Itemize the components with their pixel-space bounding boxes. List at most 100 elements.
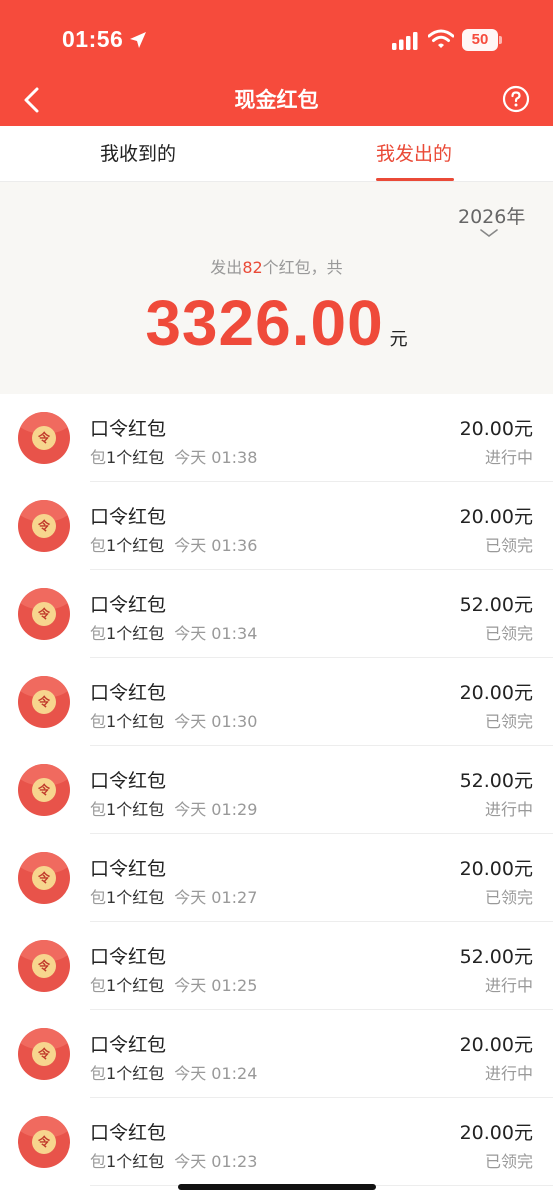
item-count: 1个红包	[106, 448, 165, 467]
item-title: 口令红包	[90, 418, 167, 440]
tab-received[interactable]: 我收到的	[0, 126, 276, 182]
red-envelope-icon: 令	[18, 1116, 70, 1168]
item-prefix: 包	[90, 1064, 107, 1083]
total-amount-unit: 元	[389, 329, 408, 350]
help-icon[interactable]	[502, 85, 530, 113]
total-amount: 3326.00 元	[0, 286, 553, 360]
summary-suffix: 个红包，共	[262, 258, 343, 277]
item-count: 1个红包	[106, 888, 165, 907]
envelope-seal: 令	[32, 1042, 56, 1066]
item-status: 进行中	[484, 448, 533, 467]
list-item[interactable]: 令 口令红包 包1个红包 今天 01:23 20.00元 已领完	[0, 1098, 553, 1186]
home-indicator	[178, 1184, 376, 1190]
item-time: 今天 01:29	[174, 800, 258, 819]
wifi-icon	[428, 29, 454, 48]
list-item[interactable]: 令 口令红包 包1个红包 今天 01:34 52.00元 已领完	[0, 570, 553, 658]
item-time: 今天 01:24	[174, 1064, 258, 1083]
item-count: 1个红包	[106, 624, 165, 643]
item-subtitle: 包1个红包 今天 01:24	[90, 1060, 257, 1084]
item-title: 口令红包	[90, 946, 167, 968]
envelope-seal: 令	[32, 690, 56, 714]
item-time: 今天 01:25	[174, 976, 258, 995]
item-amount: 20.00元	[459, 1122, 533, 1144]
list-item[interactable]: 令 口令红包 包1个红包 今天 01:30 20.00元 已领完	[0, 658, 553, 746]
item-prefix: 包	[90, 536, 107, 555]
red-envelope-icon: 令	[18, 412, 70, 464]
item-status: 已领完	[484, 624, 533, 643]
item-title: 口令红包	[90, 506, 167, 528]
battery-icon: 50	[462, 29, 502, 51]
item-prefix: 包	[90, 976, 107, 995]
item-time: 今天 01:27	[174, 888, 258, 907]
item-amount: 20.00元	[459, 506, 533, 528]
year-selector[interactable]: 2026年	[458, 202, 525, 229]
nav-bar: 现金红包	[0, 74, 553, 126]
item-amount: 20.00元	[459, 858, 533, 880]
list-item[interactable]: 令 口令红包 包1个红包 今天 01:25 52.00元 进行中	[0, 922, 553, 1010]
total-amount-value: 3326.00	[145, 287, 384, 359]
signal-icon	[392, 32, 418, 50]
envelope-seal: 令	[32, 602, 56, 626]
location-arrow-icon	[130, 32, 146, 48]
item-subtitle: 包1个红包 今天 01:30	[90, 708, 257, 732]
battery-level: 50	[462, 29, 498, 51]
status-time: 01:56	[62, 26, 124, 52]
envelope-seal: 令	[32, 1130, 56, 1154]
item-count: 1个红包	[106, 712, 165, 731]
tab-bar: 我收到的 我发出的	[0, 126, 553, 182]
envelope-seal: 令	[32, 778, 56, 802]
item-status: 已领完	[484, 1152, 533, 1171]
page: 01:56 50 现金红包 我收到的 我发出的 2026年 发出82个红包，共 …	[0, 0, 553, 1200]
item-prefix: 包	[90, 1152, 107, 1171]
list-item[interactable]: 令 口令红包 包1个红包 今天 01:36 20.00元 已领完	[0, 482, 553, 570]
red-envelope-icon: 令	[18, 1028, 70, 1080]
tab-sent[interactable]: 我发出的	[276, 126, 552, 182]
item-subtitle: 包1个红包 今天 01:34	[90, 620, 257, 644]
envelope-seal: 令	[32, 954, 56, 978]
summary-text: 发出82个红包，共	[0, 254, 553, 278]
item-title: 口令红包	[90, 858, 167, 880]
item-amount: 52.00元	[459, 594, 533, 616]
item-status: 已领完	[484, 712, 533, 731]
list-item[interactable]: 令 口令红包 包1个红包 今天 01:24 20.00元 进行中	[0, 1010, 553, 1098]
item-subtitle: 包1个红包 今天 01:29	[90, 796, 257, 820]
item-prefix: 包	[90, 800, 107, 819]
item-subtitle: 包1个红包 今天 01:36	[90, 532, 257, 556]
red-envelope-icon: 令	[18, 500, 70, 552]
item-status: 已领完	[484, 536, 533, 555]
status-bar: 01:56 50	[0, 0, 553, 80]
red-envelope-icon: 令	[18, 676, 70, 728]
battery-cap	[499, 36, 502, 44]
list-item[interactable]: 令 口令红包 包1个红包 今天 01:38 20.00元 进行中	[0, 394, 553, 482]
list-item[interactable]: 令 口令红包 包1个红包 今天 01:27 20.00元 已领完	[0, 834, 553, 922]
item-subtitle: 包1个红包 今天 01:27	[90, 884, 257, 908]
item-title: 口令红包	[90, 1122, 167, 1144]
chevron-down-icon[interactable]	[480, 228, 498, 238]
item-amount: 20.00元	[459, 418, 533, 440]
header: 01:56 50 现金红包	[0, 0, 553, 126]
item-prefix: 包	[90, 448, 107, 467]
item-prefix: 包	[90, 624, 107, 643]
summary-panel: 2026年 发出82个红包，共 3326.00 元	[0, 182, 553, 394]
item-prefix: 包	[90, 712, 107, 731]
item-count: 1个红包	[106, 976, 165, 995]
item-count: 1个红包	[106, 1152, 165, 1171]
item-time: 今天 01:36	[174, 536, 258, 555]
item-amount: 20.00元	[459, 682, 533, 704]
item-time: 今天 01:30	[174, 712, 258, 731]
envelope-seal: 令	[32, 426, 56, 450]
item-status: 进行中	[484, 976, 533, 995]
summary-count: 82	[242, 258, 263, 277]
item-status: 进行中	[484, 800, 533, 819]
item-count: 1个红包	[106, 1064, 165, 1083]
list-item[interactable]: 令 口令红包 包1个红包 今天 01:29 52.00元 进行中	[0, 746, 553, 834]
item-count: 1个红包	[106, 536, 165, 555]
item-subtitle: 包1个红包 今天 01:23	[90, 1148, 257, 1172]
item-title: 口令红包	[90, 770, 167, 792]
item-title: 口令红包	[90, 594, 167, 616]
item-time: 今天 01:23	[174, 1152, 258, 1171]
item-status: 已领完	[484, 888, 533, 907]
page-title: 现金红包	[234, 88, 319, 112]
red-envelope-icon: 令	[18, 588, 70, 640]
item-subtitle: 包1个红包 今天 01:25	[90, 972, 257, 996]
